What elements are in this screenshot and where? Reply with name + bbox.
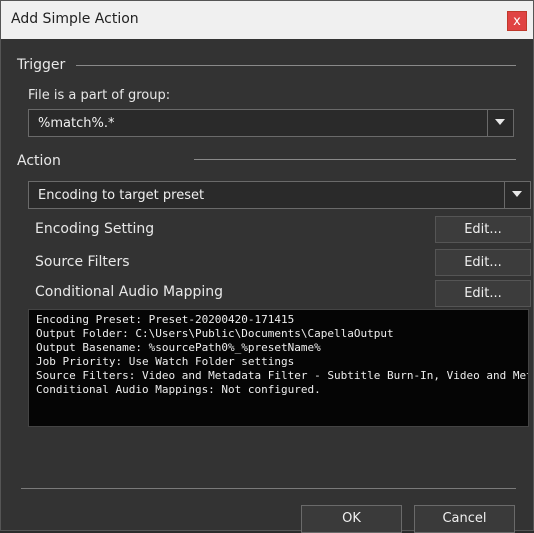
action-divider bbox=[194, 159, 516, 160]
ok-button[interactable]: OK bbox=[301, 505, 402, 533]
encoding-setting-edit-button[interactable]: Edit... bbox=[435, 216, 531, 243]
source-filters-edit-button[interactable]: Edit... bbox=[435, 249, 531, 276]
footer-divider bbox=[21, 488, 516, 489]
action-type-dropdown-button[interactable] bbox=[504, 182, 530, 208]
group-pattern-combobox[interactable]: %match%.* bbox=[28, 109, 514, 137]
group-field-label: File is a part of group: bbox=[28, 88, 171, 103]
source-filters-label: Source Filters bbox=[35, 254, 130, 270]
summary-line: Output Basename: %sourcePath0%_%presetNa… bbox=[36, 341, 321, 354]
close-button[interactable]: x bbox=[507, 11, 527, 31]
action-type-value: Encoding to target preset bbox=[38, 188, 205, 203]
action-type-select[interactable]: Encoding to target preset bbox=[28, 181, 531, 209]
conditional-audio-mapping-edit-button[interactable]: Edit... bbox=[435, 280, 531, 307]
add-simple-action-dialog: Add Simple Action x Trigger File is a pa… bbox=[0, 0, 534, 533]
summary-line: Output Folder: C:\Users\Public\Documents… bbox=[36, 327, 394, 340]
trigger-divider bbox=[76, 65, 516, 66]
action-section-label: Action bbox=[17, 153, 61, 169]
group-pattern-value: %match%.* bbox=[38, 116, 115, 131]
conditional-audio-mapping-label: Conditional Audio Mapping bbox=[35, 284, 224, 300]
cancel-button[interactable]: Cancel bbox=[414, 505, 515, 533]
trigger-section-label: Trigger bbox=[17, 57, 66, 73]
chevron-down-icon bbox=[495, 119, 505, 125]
title-bar: Add Simple Action x bbox=[1, 1, 533, 39]
summary-line: Source Filters: Video and Metadata Filte… bbox=[36, 369, 528, 382]
close-icon: x bbox=[513, 14, 521, 29]
dialog-title: Add Simple Action bbox=[11, 11, 139, 27]
chevron-down-icon bbox=[512, 191, 522, 197]
group-pattern-dropdown-button[interactable] bbox=[487, 110, 513, 136]
encoding-setting-label: Encoding Setting bbox=[35, 221, 155, 237]
summary-line: Encoding Preset: Preset-20200420-171415 bbox=[36, 313, 295, 326]
summary-line: Job Priority: Use Watch Folder settings bbox=[36, 355, 295, 368]
summary-line: Conditional Audio Mappings: Not configur… bbox=[36, 383, 321, 396]
action-summary-box: Encoding Preset: Preset-20200420-171415 … bbox=[28, 309, 529, 427]
